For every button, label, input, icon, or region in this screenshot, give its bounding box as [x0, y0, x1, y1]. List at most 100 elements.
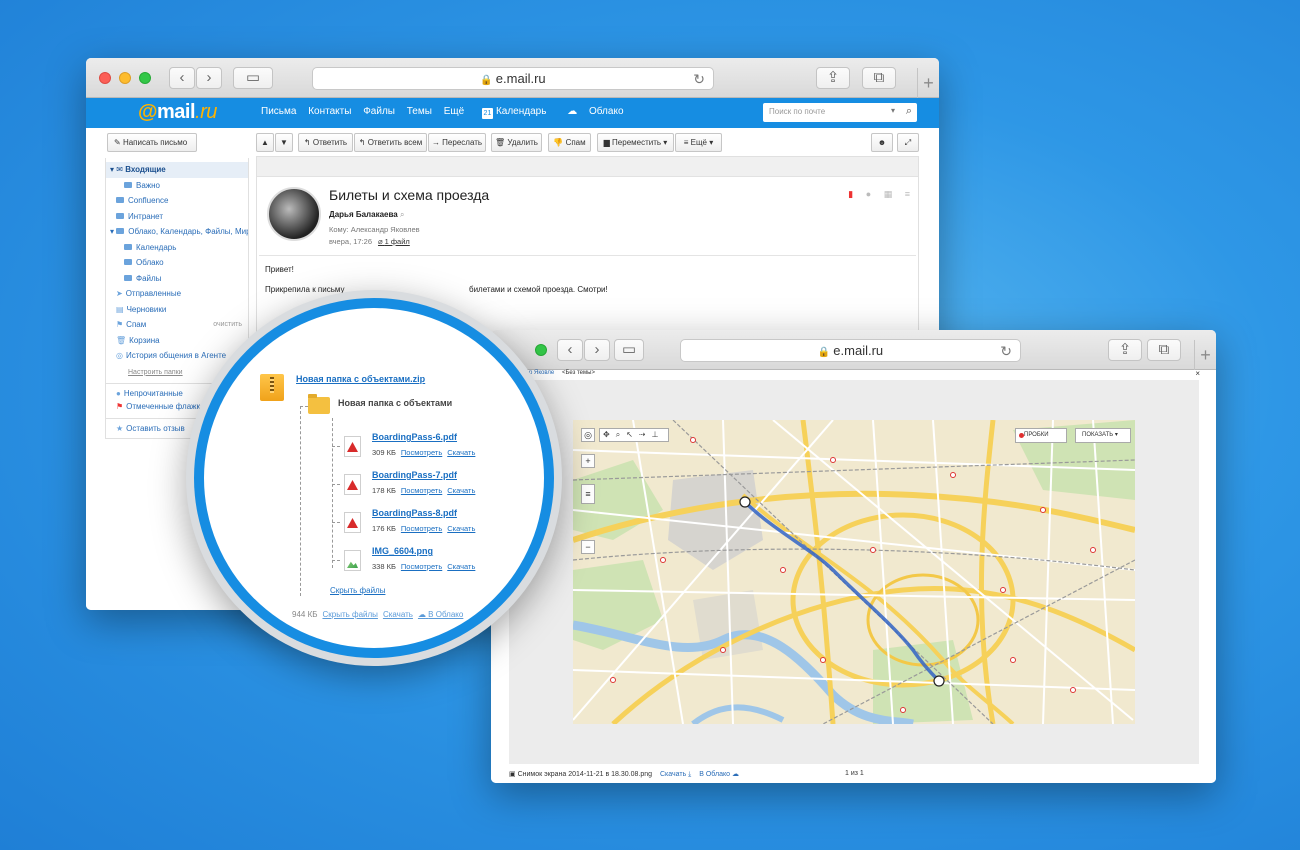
mail-logo[interactable]: @mail.ru — [138, 101, 217, 124]
zoom-slider[interactable]: ≡ — [581, 484, 595, 504]
folder-calendar[interactable]: Календарь — [106, 240, 248, 256]
forward-icon[interactable]: › — [196, 67, 222, 89]
folder-icon — [116, 212, 124, 219]
folder-drafts[interactable]: ▤ Черновики — [106, 302, 248, 318]
view-link[interactable]: Посмотреть — [401, 562, 442, 571]
view-link[interactable]: Посмотреть — [401, 448, 442, 457]
clear-spam-link[interactable]: очистить — [213, 317, 242, 332]
folder-files[interactable]: Файлы — [106, 271, 248, 287]
reload-icon[interactable]: ↻ — [1000, 340, 1012, 362]
viewer-filename: Снимок экрана 2014-11-21 в 18.30.08.png — [517, 771, 653, 778]
download-link[interactable]: Скачать — [447, 448, 475, 457]
search-input[interactable]: Поиск по почте ▾ ⌕ — [763, 103, 917, 122]
viewer-sender-link[interactable]: р Яковле — [529, 370, 554, 376]
route-icon[interactable]: ⇢ — [639, 430, 652, 439]
ruler-icon[interactable]: ⊥ — [652, 430, 665, 439]
nav-cloud[interactable]: ☁ Облако — [567, 106, 632, 117]
folder-inbox[interactable]: ▾ ✉ Входящие — [106, 162, 248, 178]
back-icon[interactable]: ‹ — [557, 339, 583, 361]
viewer-cloud-link[interactable]: В Облако ☁ — [699, 771, 739, 778]
download-link[interactable]: Скачать — [447, 562, 475, 571]
folder-spam[interactable]: ⚑ Спам очистить — [106, 317, 248, 333]
file-link[interactable]: BoardingPass-8.pdf — [372, 508, 457, 518]
spam-button[interactable]: 👎 Спам — [548, 133, 591, 152]
zoom-window-button[interactable] — [535, 344, 547, 356]
fullscreen-icon[interactable]: ⤢ — [897, 133, 919, 152]
next-message-button[interactable]: ▼ — [275, 133, 293, 152]
theme-icon[interactable]: ☻ — [871, 133, 893, 152]
sidebar-icon[interactable]: ▭ — [614, 339, 644, 361]
delete-button[interactable]: 🗑 Удалить — [491, 133, 542, 152]
nav-more[interactable]: Ещё — [444, 106, 464, 117]
folder-important[interactable]: Важно — [106, 178, 248, 194]
menu-icon[interactable]: ≡ — [905, 189, 910, 199]
chevron-down-icon[interactable]: ▾ — [891, 106, 895, 115]
view-link[interactable]: Посмотреть — [401, 486, 442, 495]
download-link[interactable]: Скачать — [383, 610, 413, 619]
nav-letters[interactable]: Письма — [261, 106, 296, 117]
forward-icon[interactable]: › — [584, 339, 610, 361]
select-icon[interactable]: ↖ — [626, 430, 639, 439]
map-locate-icon[interactable]: ◎ — [581, 428, 595, 442]
folder-intranet[interactable]: Интранет — [106, 209, 248, 225]
move-button[interactable]: ▆ Переместить ▾ — [597, 133, 674, 152]
cloud-icon: ☁ — [567, 106, 578, 117]
close-window-button[interactable] — [99, 72, 111, 84]
address-url: e.mail.ru — [495, 71, 546, 86]
share-icon[interactable]: ⇪ — [1108, 339, 1142, 361]
view-link[interactable]: Посмотреть — [401, 524, 442, 533]
folder-sent[interactable]: ➤ Отправленные — [106, 286, 248, 302]
zoom-icon[interactable]: ⌕ — [616, 430, 626, 439]
download-link[interactable]: Скачать — [447, 486, 475, 495]
folder-trash[interactable]: 🗑 Корзина — [106, 333, 248, 349]
tabs-icon[interactable]: ⧉ — [1147, 339, 1181, 361]
viewer-download-link[interactable]: Скачать ⤓ — [660, 771, 691, 778]
nav-themes[interactable]: Темы — [407, 106, 432, 117]
file-link[interactable]: BoardingPass-6.pdf — [372, 432, 457, 442]
file-link[interactable]: BoardingPass-7.pdf — [372, 470, 457, 480]
minimize-window-button[interactable] — [119, 72, 131, 84]
show-button[interactable]: ПОКАЗАТЬ ▾ — [1075, 428, 1131, 443]
cloud-link[interactable]: ☁ В Облако — [418, 610, 463, 619]
back-icon[interactable]: ‹ — [169, 67, 195, 89]
message-sender[interactable]: Дарья Балакаева ⌕ — [329, 210, 404, 220]
forward-button[interactable]: → Переслать — [428, 133, 486, 152]
hide-files-link[interactable]: Скрыть файлы — [322, 610, 377, 619]
share-icon[interactable]: ⇪ — [816, 67, 850, 89]
drag-icon[interactable]: ✥ — [603, 430, 616, 439]
attachments-link[interactable]: ⌀ 1 файл — [378, 237, 410, 246]
new-tab-icon[interactable]: + — [917, 68, 939, 98]
zoom-window-button[interactable] — [139, 72, 151, 84]
zoom-in-button[interactable]: + — [581, 454, 595, 468]
reply-button[interactable]: ↰ Ответить — [298, 133, 353, 152]
nav-contacts[interactable]: Контакты — [308, 106, 351, 117]
compose-button[interactable]: ✎ Написать письмо — [107, 133, 197, 152]
reload-icon[interactable]: ↻ — [693, 68, 705, 90]
folder-cloud[interactable]: Облако — [106, 255, 248, 271]
download-link[interactable]: Скачать — [447, 524, 475, 533]
tabs-icon[interactable]: ⧉ — [862, 67, 896, 89]
address-bar[interactable]: 🔒 e.mail.ru ↻ — [680, 339, 1021, 362]
new-tab-icon[interactable]: + — [1194, 340, 1216, 370]
close-icon[interactable]: × — [1195, 369, 1200, 378]
search-icon[interactable]: ⌕ — [400, 210, 404, 219]
archive-link[interactable]: Новая папка с объектами.zip — [296, 374, 425, 384]
more-button[interactable]: ≡ Ещё ▾ — [675, 133, 722, 152]
file-link[interactable]: IMG_6604.png — [372, 546, 433, 556]
calendar-icon[interactable]: ▦ — [884, 189, 893, 199]
address-bar[interactable]: 🔒 e.mail.ru ↻ — [312, 67, 714, 90]
nav-files[interactable]: Файлы — [363, 106, 395, 117]
sidebar-icon[interactable]: ▭ — [233, 67, 273, 89]
flag-icon[interactable]: ▮ — [848, 189, 853, 199]
folder-cloud-calendar[interactable]: ▾ Облако, Календарь, Файлы, Мир — [106, 224, 248, 240]
search-icon[interactable]: ⌕ — [906, 105, 912, 118]
read-dot-icon[interactable]: ● — [866, 189, 871, 199]
hide-files-link[interactable]: Скрыть файлы — [330, 586, 385, 595]
prev-message-button[interactable]: ▲ — [256, 133, 274, 152]
folder-confluence[interactable]: Confluence — [106, 193, 248, 209]
nav-calendar[interactable]: 21 Календарь — [481, 106, 555, 119]
traffic-button[interactable]: ПРОБКИ — [1015, 428, 1067, 443]
archive-summary: 944 КБ Скрыть файлы Скачать ☁ В Облако — [292, 610, 464, 619]
reply-all-button[interactable]: ↰ Ответить всем — [354, 133, 427, 152]
zoom-out-button[interactable]: − — [581, 540, 595, 554]
